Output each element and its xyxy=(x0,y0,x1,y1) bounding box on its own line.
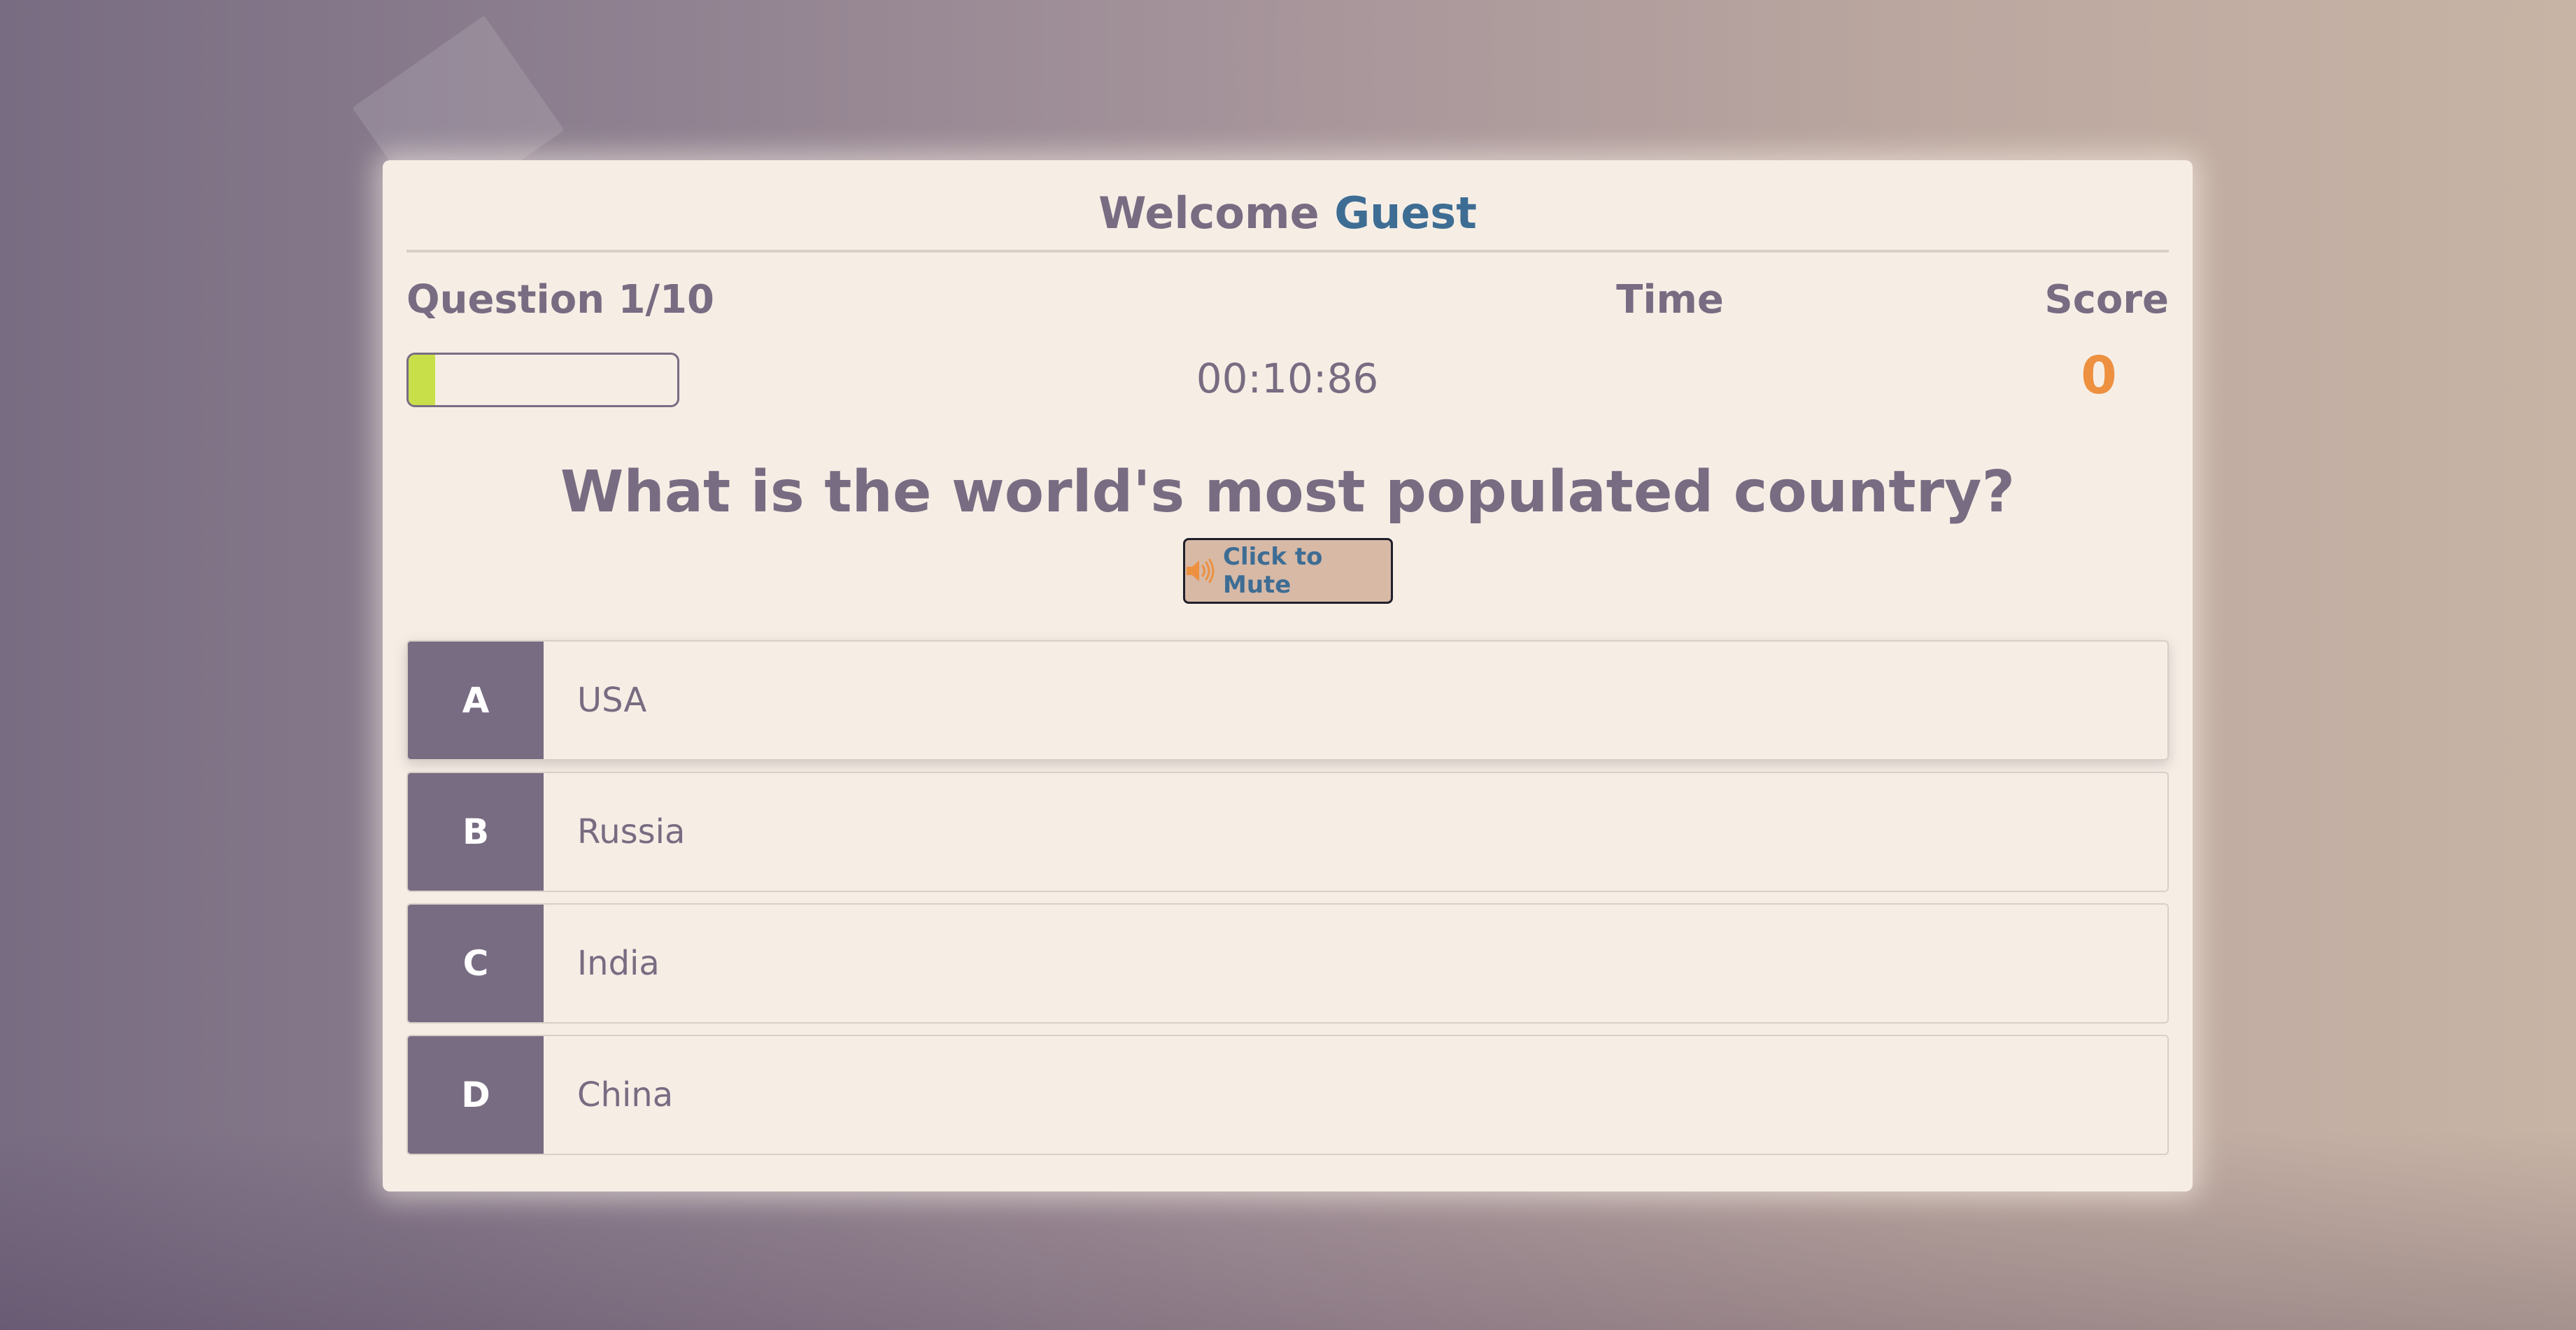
answer-text: India xyxy=(577,944,660,983)
quiz-card: Welcome Guest Question 1/10 Time Score 0… xyxy=(383,160,2193,1191)
score-label: Score xyxy=(2044,277,2169,323)
question-counter: Question 1/10 xyxy=(406,277,714,323)
answer-option-a[interactable]: A USA xyxy=(406,640,2169,760)
welcome-heading: Welcome Guest xyxy=(406,185,2169,241)
answer-option-b[interactable]: B Russia xyxy=(406,772,2169,892)
mute-button-label: Click to Mute xyxy=(1223,543,1323,599)
answer-option-d[interactable]: D China xyxy=(406,1035,2169,1155)
time-label: Time xyxy=(1616,277,1724,323)
welcome-text: Welcome xyxy=(1098,188,1319,239)
answer-letter: C xyxy=(408,905,544,1022)
answer-list: A USA B Russia C India D China xyxy=(406,640,2169,1166)
progress-bar xyxy=(406,353,679,407)
answer-text: Russia xyxy=(577,812,686,851)
username: Guest xyxy=(1334,188,1477,239)
answer-letter: A xyxy=(408,642,544,759)
question-text: What is the world's most populated count… xyxy=(560,459,2016,525)
speaker-icon xyxy=(1185,558,1216,583)
score-value: 0 xyxy=(2081,346,2117,406)
progress-bar-fill xyxy=(409,355,436,405)
header-divider xyxy=(406,250,2169,253)
answer-text: China xyxy=(577,1075,674,1115)
answer-option-c[interactable]: C India xyxy=(406,903,2169,1024)
answer-text: USA xyxy=(577,681,647,720)
answer-letter: D xyxy=(408,1036,544,1154)
mute-button[interactable]: Click to Mute xyxy=(1183,538,1393,604)
timer-value: 00:10:86 xyxy=(1196,355,1379,402)
answer-letter: B xyxy=(408,773,544,891)
